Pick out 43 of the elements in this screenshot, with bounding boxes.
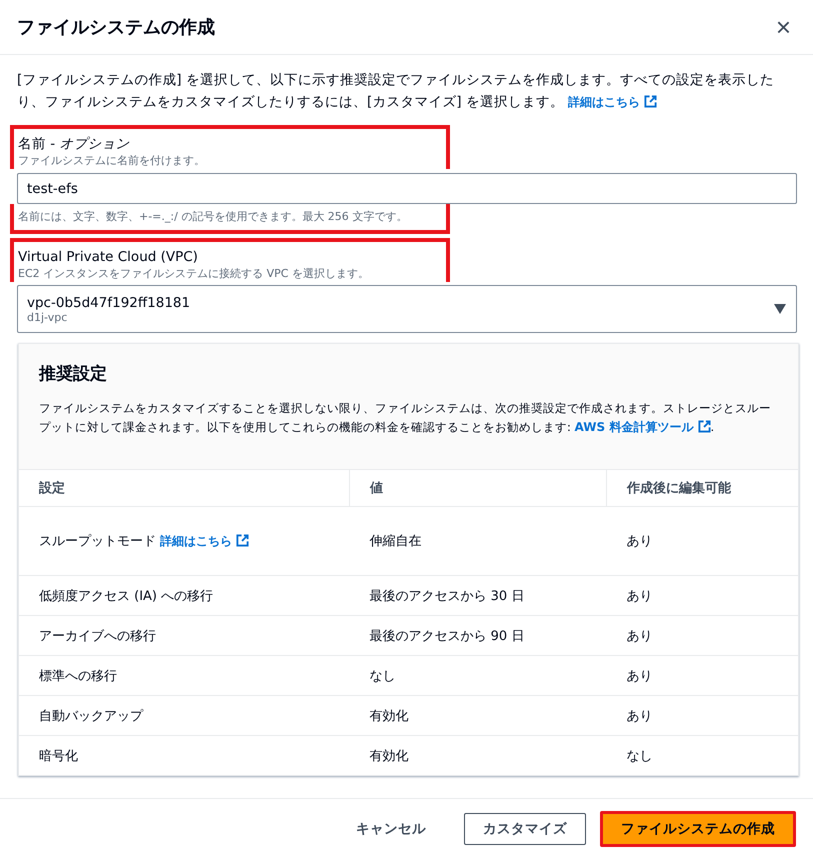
field-label: 名前 - オプション: [18, 135, 130, 153]
field-constraint: 名前には、文字、数字、+-=._:/ の記号を使用できます。最大 256 文字です。: [10, 204, 450, 234]
field-description: EC2 インスタンスをファイルシステムに接続する VPC を選択します。: [18, 266, 370, 282]
table-cell: あり: [626, 534, 652, 549]
column-header: 設定: [19, 470, 350, 506]
table-cell: 自動バックアップ: [39, 708, 143, 724]
table-cell: 暗号化: [39, 748, 78, 764]
table-cell: あり: [626, 628, 652, 644]
table-cell: 低頻度アクセス (IA) への移行: [39, 588, 214, 604]
card-title: 推奨設定: [39, 363, 108, 385]
table-cell: あり: [626, 588, 652, 604]
card-description: ファイルシステムをカスタマイズすることを選択しない限り、ファイルシステムは、次の推奨設定で作成されます。ストレージとスループットに対して課金されます。以下を使用してこれらの機能の料金を確認することをお勧めします: AWS 料金計算ツール .: [39, 400, 772, 436]
table-cell: 最後のアクセスから 90 日: [370, 628, 524, 644]
external-link-icon: [644, 95, 658, 108]
field-description: ファイルシステムに名前を付けます。: [18, 153, 206, 169]
column-header: 作成後に編集可能: [606, 470, 798, 506]
dialog-title: ファイルシステムの作成: [17, 16, 215, 39]
intro-text: [ファイルシステムの作成] を選択して、以下に示す推奨設定でファイルシステムを作成します。すべての設定を表示したり、ファイルシステムをカスタマイズしたりするには、[カスタマイズ] を選択します。 詳細はこちら: [17, 71, 775, 112]
pricing-calculator-link[interactable]: AWS 料金計算ツール: [574, 420, 711, 434]
learn-more-link[interactable]: 詳細はこちら: [568, 95, 658, 109]
cancel-button[interactable]: キャンセル: [338, 813, 444, 845]
table-cell: 有効化: [370, 748, 408, 764]
vpc-select-field[interactable]: vpc-0b5d47f192ff18181 d1j-vpc: [17, 285, 797, 333]
table-cell: あり: [626, 708, 652, 724]
close-button[interactable]: ×: [772, 14, 795, 40]
external-link-icon: [236, 534, 250, 547]
caret-icon: [774, 304, 786, 314]
table-cell: 伸縮自在: [370, 534, 422, 549]
learn-more-link[interactable]: 詳細はこちら: [160, 534, 250, 548]
table-cell: なし: [370, 668, 396, 684]
table-cell: 有効化: [370, 708, 408, 724]
external-link-icon: [698, 420, 711, 433]
table-cell: あり: [626, 668, 652, 684]
name-input-field[interactable]: test-efs: [17, 173, 797, 204]
field-label: Virtual Private Cloud (VPC): [18, 248, 199, 266]
table-cell: アーカイブへの移行: [39, 628, 156, 644]
table-cell: なし: [626, 748, 652, 764]
column-header: 値: [350, 470, 606, 506]
table-cell: 最後のアクセスから 30 日: [370, 588, 524, 604]
customize-button[interactable]: カスタマイズ: [464, 813, 586, 845]
create-button[interactable]: ファイルシステムの作成: [600, 811, 796, 847]
table-cell: スループットモード: [39, 534, 156, 549]
table-cell: 標準への移行: [39, 668, 117, 684]
